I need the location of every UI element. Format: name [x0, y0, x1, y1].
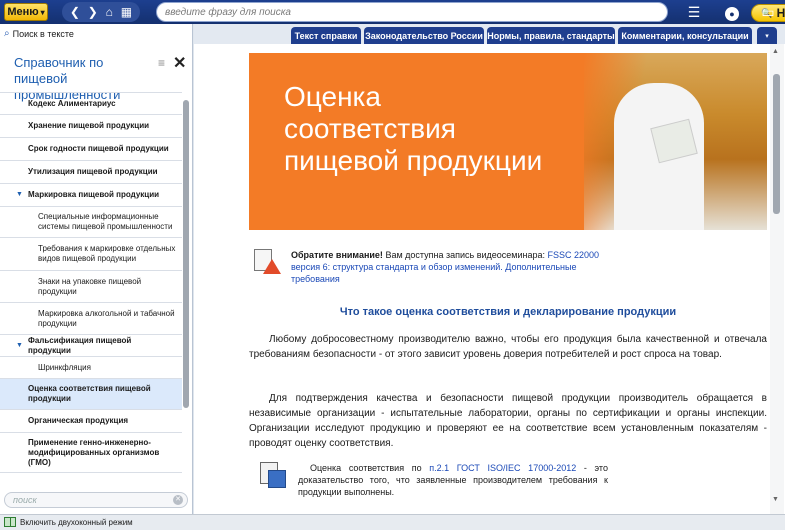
tab-comments[interactable]: Комментарии, консультации	[618, 27, 752, 44]
forward-arrow-icon[interactable]: ❯	[88, 5, 98, 19]
expand-triangle-icon[interactable]: ▼	[16, 341, 23, 351]
sidebar-item-label: Фальсификация пищевой продукции	[28, 335, 132, 355]
status-bar: Включить двухоконный режим	[0, 514, 785, 530]
document-scrollbar-thumb[interactable]	[773, 74, 780, 214]
sidebar-item[interactable]: Органическая продукция	[0, 410, 182, 433]
top-toolbar: Меню ▾ ❮ ❯ ⌂ ▦ 🔍 Найти ☰ ● ▭	[0, 0, 785, 24]
sidebar-item[interactable]: Хранение пищевой продукции	[0, 115, 182, 138]
banner-title: Оценка соответствия пищевой продукции	[284, 81, 543, 176]
warning-icon	[254, 249, 281, 275]
sidebar-item-label: Органическая продукция	[28, 416, 129, 425]
sidebar-item[interactable]: ▼ Маркировка пищевой продукции	[0, 184, 182, 207]
sidebar-item-label: Кодекс Алиментариус	[28, 98, 116, 108]
document-view: Оценка соответствия пищевой продукции Об…	[194, 44, 785, 514]
dual-window-icon	[4, 517, 16, 527]
tab-label: Комментарии, консультации	[621, 30, 749, 41]
note-pre: Оценка соответствия по	[310, 463, 422, 473]
sidebar-item-label: Знаки на упаковке пищевой продукции	[38, 276, 142, 296]
sidebar-filter: ✕	[4, 492, 188, 508]
tab-label: Нормы, правила, стандарты	[487, 30, 615, 41]
menu-label: Меню	[7, 6, 39, 18]
sidebar-item[interactable]: Оценка соответствия пищевой продукции	[0, 379, 182, 410]
sidebar-list: Кодекс Алиментариус Хранение пищевой прод…	[0, 92, 182, 494]
scroll-up-icon[interactable]: ▲	[772, 48, 779, 55]
sidebar-item-label: Требования к маркировке отдельных видов …	[38, 244, 176, 263]
close-icon[interactable]: ✕	[173, 53, 186, 73]
section-heading: Что такое оценка соответствия и декларир…	[339, 306, 677, 318]
sidebar-item-label: Утилизация пищевой продукции	[28, 167, 158, 176]
sidebar-item[interactable]: Срок годности пищевой продукции	[0, 138, 182, 161]
sidebar-item[interactable]: Знаки на упаковке пищевой продукции	[0, 271, 182, 303]
tab-legislation[interactable]: Законодательство России	[364, 27, 484, 44]
dual-window-label: Включить двухоконный режим	[20, 517, 133, 527]
search-in-text-link[interactable]: ⌕ Поиск в тексте	[4, 28, 74, 39]
sidebar-item[interactable]: Маркировка алкогольной и табачной продук…	[0, 303, 182, 335]
home-icon[interactable]: ⌂	[106, 5, 113, 19]
magnifier-icon: ⌕	[4, 28, 10, 39]
sidebar-item-label: Оценка соответствия пищевой продукции	[28, 384, 151, 403]
sidebar-item-label: Специальные информационные системы пищев…	[38, 212, 173, 231]
dual-window-toggle[interactable]: Включить двухоконный режим	[4, 517, 133, 527]
sidebar-item[interactable]: Утилизация пищевой продукции	[0, 161, 182, 184]
list-menu-icon[interactable]: ≡	[158, 56, 165, 70]
sidebar: ⌕ Поиск в тексте Справочник по пищевой п…	[0, 24, 193, 514]
banner-photo	[584, 53, 767, 230]
scroll-down-icon[interactable]: ▼	[772, 496, 779, 503]
navigation-group: ❮ ❯ ⌂ ▦	[62, 2, 140, 22]
sidebar-item-label: Хранение пищевой продукции	[28, 121, 150, 130]
sidebar-item-label: Срок годности пищевой продукции	[28, 144, 169, 153]
tabs-more-icon[interactable]: ▾	[757, 27, 777, 44]
sidebar-item-label: Маркировка алкогольной и табачной продук…	[38, 308, 175, 328]
sidebar-item-label: Маркировка пищевой продукции	[28, 190, 160, 199]
paragraph-1: Любому добросовестному производителю важ…	[249, 334, 767, 360]
paragraph-2: Для подтверждения качества и безопасност…	[249, 393, 767, 449]
search-input[interactable]	[165, 5, 585, 19]
notice-bold: Обратите внимание!	[291, 250, 383, 260]
banner-image: Оценка соответствия пищевой продукции	[249, 53, 767, 230]
menu-button[interactable]: Меню ▾	[4, 3, 48, 21]
sidebar-item[interactable]: ▼ Фальсификация пищевой продукции	[0, 335, 182, 357]
avatar: ●	[725, 7, 739, 21]
note: Оценка соответствия по п.2.1 ГОСТ ISO/IE…	[298, 462, 608, 498]
sidebar-item[interactable]: Шринкфляция	[0, 357, 182, 379]
user-icon[interactable]: ●	[722, 3, 742, 21]
tab-bar: Текст справки Законодательство России Но…	[194, 24, 785, 44]
chevron-down-icon: ▾	[40, 7, 45, 17]
document-note-icon	[256, 462, 288, 490]
search-box: 🔍 Найти	[156, 2, 785, 22]
sidebar-item-label: Шринкфляция	[38, 362, 91, 372]
notice: Обратите внимание! Вам доступна запись в…	[291, 249, 606, 285]
sidebar-item[interactable]: Кодекс Алиментариус	[0, 93, 182, 115]
notice-text: Вам доступна запись видеосеминара:	[385, 250, 545, 260]
tab-label: Текст справки	[294, 30, 358, 41]
back-arrow-icon[interactable]: ❮	[70, 5, 80, 19]
sidebar-item-label: Применение генно-инженерно-модифицирован…	[28, 437, 160, 467]
tab-label: Законодательство России	[365, 30, 483, 41]
chat-icon[interactable]: ▭	[758, 3, 778, 21]
sidebar-filter-input[interactable]	[13, 495, 163, 505]
tab-standards[interactable]: Нормы, правила, стандарты	[487, 27, 615, 44]
gost-link[interactable]: п.2.1 ГОСТ ISO/IEC 17000-2012	[429, 463, 576, 473]
sidebar-item[interactable]: Специальные информационные системы пищев…	[0, 207, 182, 238]
sidebar-item[interactable]: Применение генно-инженерно-модифицирован…	[0, 433, 182, 473]
sidebar-scrollbar[interactable]	[183, 100, 189, 408]
tab-help-text[interactable]: Текст справки	[291, 27, 361, 44]
sidebar-item[interactable]: Требования к маркировке отдельных видов …	[0, 238, 182, 271]
clear-icon[interactable]: ✕	[173, 495, 183, 505]
search-in-text-label: Поиск в тексте	[12, 28, 74, 39]
grid-icon[interactable]: ▦	[121, 5, 132, 19]
expand-triangle-icon[interactable]: ▼	[16, 190, 23, 200]
hamburger-icon[interactable]: ☰	[684, 3, 704, 21]
